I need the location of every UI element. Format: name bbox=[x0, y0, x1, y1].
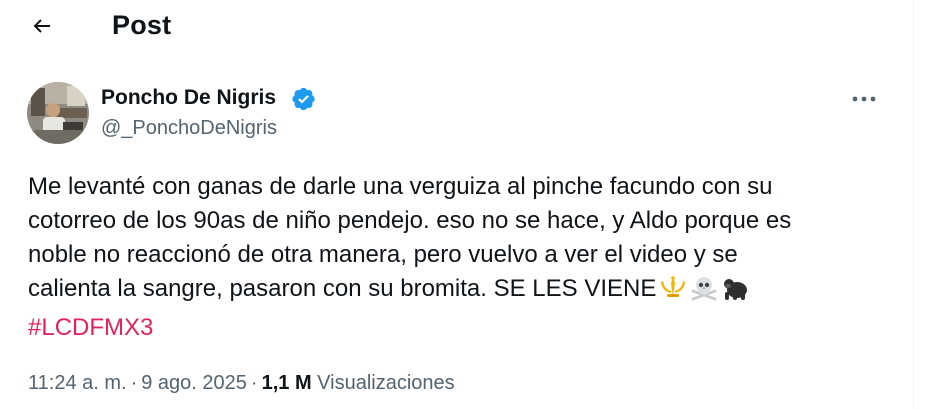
post-text: Me levanté con ganas de darle una vergui… bbox=[28, 170, 888, 345]
author-name[interactable]: Poncho De Nigris bbox=[101, 86, 276, 110]
verified-badge-icon bbox=[292, 87, 315, 111]
post-text-line: Me levanté con ganas de darle una vergui… bbox=[28, 173, 773, 200]
gorilla-icon bbox=[721, 275, 749, 311]
more-options-button[interactable] bbox=[846, 86, 882, 112]
post-text-line: noble no reaccionó de otra manera, pero … bbox=[28, 241, 738, 268]
more-horizontal-icon bbox=[852, 96, 876, 102]
page-title: Post bbox=[112, 10, 172, 40]
meta-separator: · bbox=[130, 372, 138, 394]
post-meta: 11:24 a. m. · 9 ago. 2025 · 1,1 M Visualizac… bbox=[28, 372, 455, 395]
post-text-line-with-emojis: calienta la sangre, pasaron con su bromi… bbox=[28, 272, 888, 311]
avatar[interactable] bbox=[27, 82, 89, 144]
arrow-left-icon bbox=[33, 19, 50, 33]
post-text-line: calienta la sangre, pasaron con su bromi… bbox=[28, 275, 657, 302]
post-date[interactable]: 9 ago. 2025 bbox=[141, 372, 247, 394]
trident-emblem-icon bbox=[659, 275, 687, 311]
back-button[interactable] bbox=[22, 7, 62, 45]
author-handle[interactable]: @_PonchoDeNigris bbox=[101, 117, 277, 140]
views-label: Visualizaciones bbox=[317, 372, 455, 394]
post-page: Post Poncho De Nigris @_PonchoDeNigris M… bbox=[0, 0, 914, 409]
meta-separator: · bbox=[250, 372, 258, 394]
post-time[interactable]: 11:24 a. m. bbox=[28, 372, 127, 394]
post-text-line: cotorreo de los 90as de niño pendejo. es… bbox=[28, 207, 792, 234]
skull-crossbones-icon bbox=[690, 275, 718, 311]
views-count: 1,1 M bbox=[261, 372, 312, 394]
page-header: Post bbox=[0, 0, 914, 52]
hashtag-link[interactable]: #LCDFMX3 bbox=[28, 311, 888, 345]
